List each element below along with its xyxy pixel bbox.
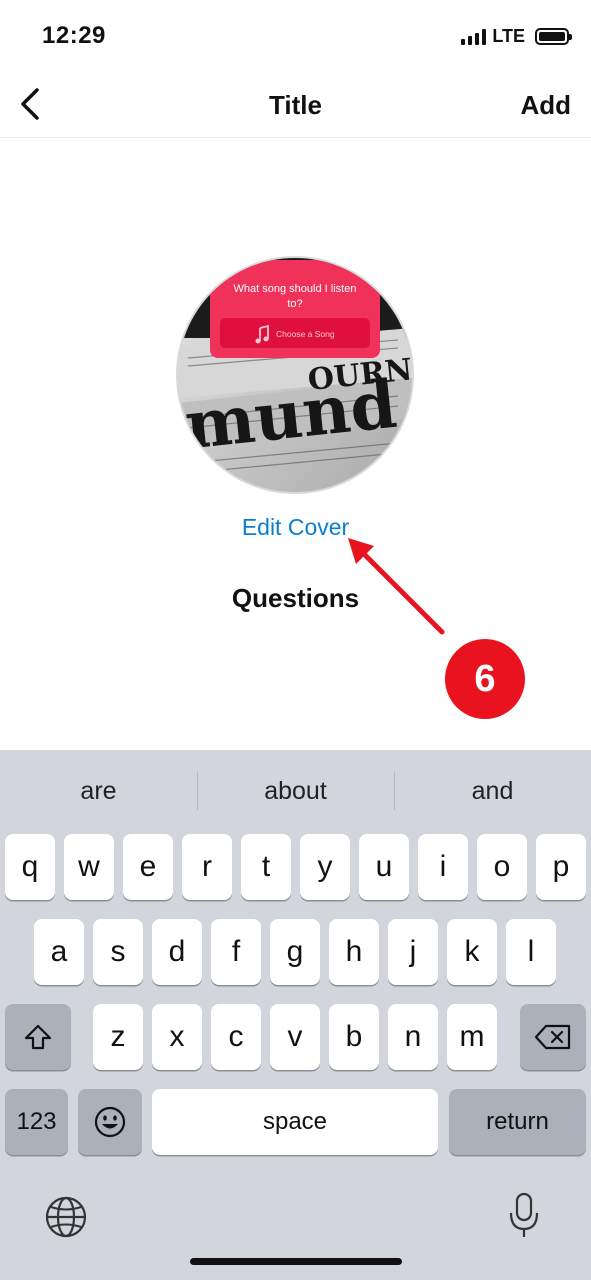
step-number-badge: 6	[445, 639, 525, 719]
key-k[interactable]: k	[447, 919, 497, 985]
key-d[interactable]: d	[152, 919, 202, 985]
svg-text:Choose a Song: Choose a Song	[276, 329, 335, 339]
key-v[interactable]: v	[270, 1004, 320, 1070]
key-t[interactable]: t	[241, 834, 291, 900]
edit-cover-link[interactable]: Edit Cover	[0, 514, 591, 541]
numbers-key[interactable]: 123	[5, 1089, 68, 1155]
add-button[interactable]: Add	[520, 90, 571, 121]
shift-key[interactable]	[5, 1004, 71, 1070]
key-e[interactable]: e	[123, 834, 173, 900]
nav-bar: Title Add	[0, 72, 591, 138]
status-indicators: LTE	[461, 26, 572, 47]
key-l[interactable]: l	[506, 919, 556, 985]
key-r[interactable]: r	[182, 834, 232, 900]
key-g[interactable]: g	[270, 919, 320, 985]
shift-icon	[24, 1024, 52, 1050]
cover-image[interactable]: mund OURNA What song should I listen to?…	[176, 256, 414, 494]
cover-photo: mund OURNA What song should I listen to?…	[178, 258, 412, 492]
emoji-icon	[94, 1106, 126, 1138]
globe-icon[interactable]	[44, 1195, 88, 1239]
space-key[interactable]: space	[152, 1089, 438, 1155]
key-h[interactable]: h	[329, 919, 379, 985]
key-i[interactable]: i	[418, 834, 468, 900]
key-p[interactable]: p	[536, 834, 586, 900]
backspace-icon	[534, 1024, 571, 1050]
key-u[interactable]: u	[359, 834, 409, 900]
status-time: 12:29	[42, 22, 106, 49]
key-n[interactable]: n	[388, 1004, 438, 1070]
keyboard: are about and q w e r t y u i o p a s d …	[0, 750, 591, 1280]
key-c[interactable]: c	[211, 1004, 261, 1070]
annotation-arrow	[348, 538, 445, 635]
page-title: Title	[269, 90, 322, 120]
key-x[interactable]: x	[152, 1004, 202, 1070]
return-key[interactable]: return	[449, 1089, 586, 1155]
key-a[interactable]: a	[34, 919, 84, 985]
key-s[interactable]: s	[93, 919, 143, 985]
key-w[interactable]: w	[64, 834, 114, 900]
key-q[interactable]: q	[5, 834, 55, 900]
suggestion-item[interactable]: are	[0, 750, 197, 832]
suggestion-bar: are about and	[0, 750, 591, 832]
status-bar: 12:29 LTE	[0, 0, 591, 72]
signal-icon	[461, 28, 487, 45]
home-indicator	[190, 1258, 402, 1265]
emoji-key[interactable]	[78, 1089, 142, 1155]
microphone-icon[interactable]	[507, 1191, 541, 1241]
key-y[interactable]: y	[300, 834, 350, 900]
svg-text:What song should I listen: What song should I listen	[234, 283, 357, 295]
battery-icon	[535, 28, 572, 45]
backspace-key[interactable]	[520, 1004, 586, 1070]
key-b[interactable]: b	[329, 1004, 379, 1070]
key-f[interactable]: f	[211, 919, 261, 985]
key-j[interactable]: j	[388, 919, 438, 985]
key-m[interactable]: m	[447, 1004, 497, 1070]
network-label: LTE	[492, 26, 525, 46]
key-z[interactable]: z	[93, 1004, 143, 1070]
svg-text:to?: to?	[287, 298, 302, 310]
suggestion-item[interactable]: about	[197, 750, 394, 832]
highlight-name-field[interactable]: Questions	[0, 583, 591, 614]
suggestion-item[interactable]: and	[394, 750, 591, 832]
key-o[interactable]: o	[477, 834, 527, 900]
